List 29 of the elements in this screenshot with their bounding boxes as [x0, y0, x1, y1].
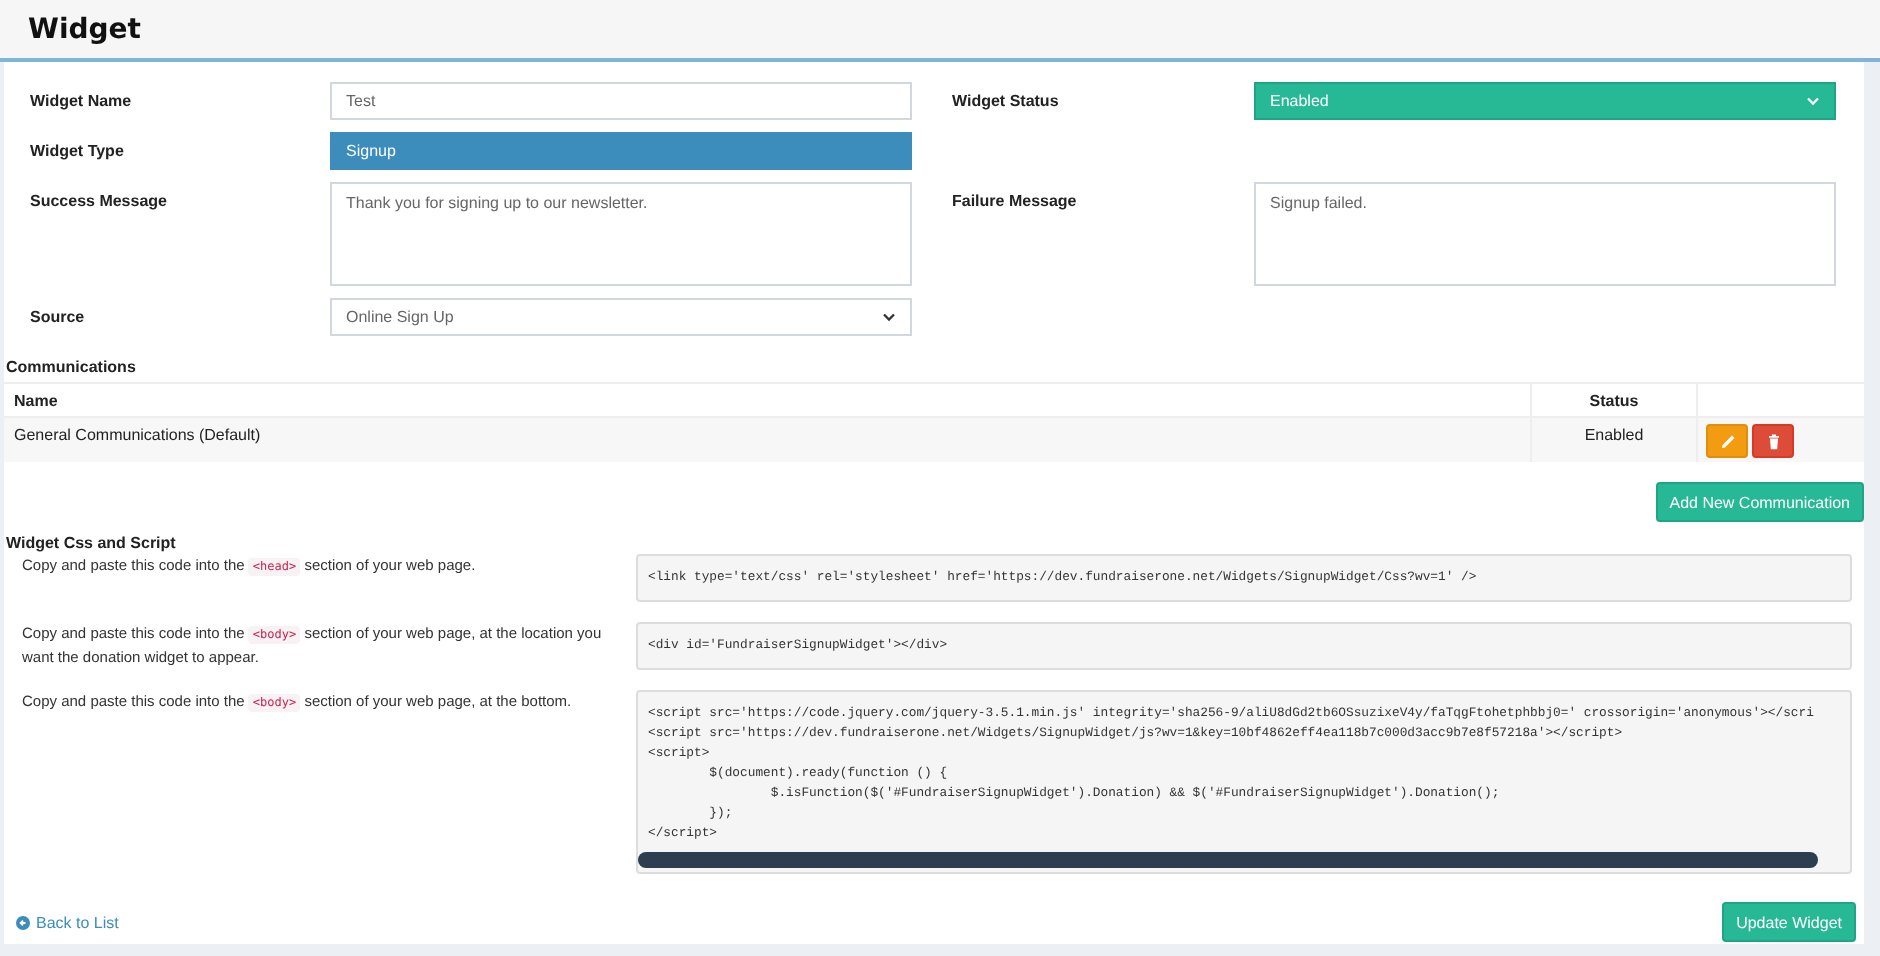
- back-link[interactable]: Back to List: [16, 913, 119, 931]
- column-header: Name: [12, 390, 60, 414]
- field-label: Success Message: [30, 190, 169, 210]
- update-widget-button[interactable]: Update Widget: [1722, 902, 1856, 942]
- text-input[interactable]: Test: [330, 82, 912, 120]
- delete-button[interactable]: [1752, 424, 1794, 458]
- message-textarea[interactable]: Thank you for signing up to our newsletter.: [330, 182, 912, 286]
- field-label: Widget Name: [30, 90, 134, 110]
- field-label: Widget Type: [30, 140, 126, 160]
- field-label: Widget Status: [952, 90, 1061, 110]
- page-title: Widget: [28, 13, 141, 45]
- section-heading: Communications: [4, 356, 138, 378]
- horizontal-scrollbar[interactable]: [638, 852, 1818, 868]
- table-cell: Enabled: [1530, 418, 1696, 462]
- status-select[interactable]: Enabled: [1254, 82, 1836, 120]
- field-label: Source: [30, 306, 87, 326]
- message-textarea[interactable]: Signup failed.: [1254, 182, 1836, 286]
- pencil-icon: [1717, 431, 1737, 451]
- edit-button[interactable]: [1706, 424, 1748, 458]
- add-communication-button[interactable]: Add New Communication: [1655, 482, 1864, 522]
- chevron-down-icon: [882, 312, 896, 322]
- trash-icon: [1763, 431, 1783, 451]
- table-cell-text: General Communications (Default): [12, 424, 263, 448]
- source-select[interactable]: Online Sign Up: [330, 298, 912, 336]
- chevron-down-icon: [1806, 96, 1820, 106]
- arrow-left-circle-icon: [16, 915, 30, 929]
- type-field[interactable]: Signup: [330, 132, 912, 170]
- section-heading: Widget Css and Script: [4, 532, 178, 554]
- field-label: Failure Message: [952, 190, 1079, 210]
